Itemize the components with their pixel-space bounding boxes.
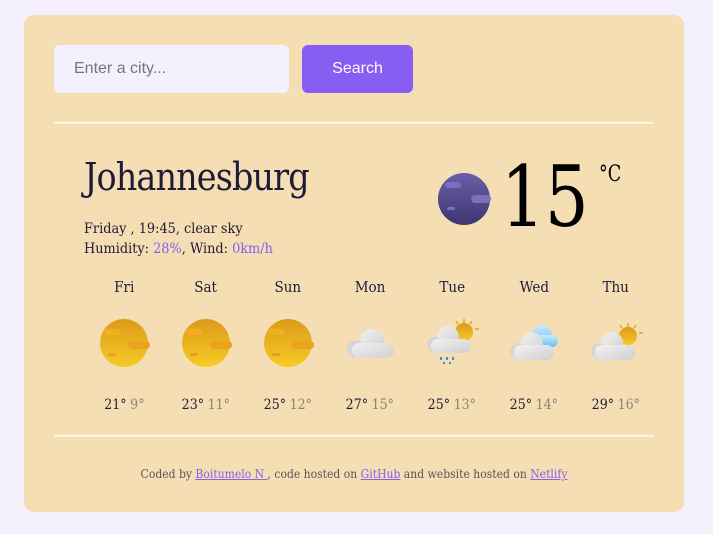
forecast-min: 13°	[453, 397, 477, 413]
forecast-day: Sat 23° 11°	[164, 277, 248, 413]
forecast-max: 21°	[103, 397, 127, 413]
forecast-temps: 21° 9°	[104, 397, 144, 413]
forecast-day: Tue 25° 13°	[410, 277, 494, 413]
forecast-day-name: Sat	[194, 278, 218, 296]
date-description-line: Friday , 19:45, clear sky	[84, 219, 273, 239]
rain-partly-sunny-icon	[427, 319, 479, 364]
top-divider	[54, 122, 654, 124]
current-temperature: 15	[501, 148, 589, 246]
separator: ,	[181, 241, 190, 257]
forecast: Fri 21° 9° Sat 23° 11° Sun 25° 12° Mon 2…	[84, 277, 658, 413]
author-link[interactable]: Boitumelo N	[195, 467, 267, 481]
forecast-day: Thu 29° 16°	[574, 277, 658, 413]
forecast-max: 25°	[509, 397, 533, 413]
forecast-temps: 27° 15°	[346, 397, 394, 413]
forecast-max: 23°	[181, 397, 205, 413]
wind-label: Wind:	[189, 241, 233, 257]
humidity-label: Humidity:	[84, 241, 154, 257]
forecast-day: Wed 25° 14°	[492, 277, 576, 413]
github-link[interactable]: GitHub	[361, 467, 401, 481]
humidity-wind-line: Humidity: 28%, Wind: 0km/h	[84, 239, 273, 259]
forecast-temps: 29° 16°	[592, 397, 640, 413]
forecast-max: 25°	[263, 397, 287, 413]
forecast-min: 12°	[289, 397, 313, 413]
netlify-link[interactable]: Netlify	[530, 467, 567, 481]
forecast-temps: 25° 12°	[264, 397, 312, 413]
current-day: Friday	[84, 221, 127, 237]
forecast-day: Fri 21° 9°	[82, 277, 166, 413]
partly-cloudy-icon	[591, 323, 643, 360]
forecast-min: 16°	[617, 397, 641, 413]
wind-value: 0km/h	[232, 241, 273, 257]
forecast-max: 27°	[345, 397, 369, 413]
forecast-temps: 25° 13°	[428, 397, 476, 413]
city-search-input[interactable]	[54, 45, 289, 93]
cloudy-icon	[347, 329, 394, 358]
bottom-divider	[54, 435, 654, 437]
forecast-temps: 23° 11°	[182, 397, 230, 413]
broken-clouds-icon	[510, 325, 558, 360]
sunny-icon	[264, 319, 314, 367]
city-name: Johannesburg	[84, 155, 310, 199]
footer-text: and website hosted on	[400, 467, 531, 481]
weather-card: Search Johannesburg Friday , 19:45, clea…	[24, 15, 684, 512]
current-details: Friday , 19:45, clear sky Humidity: 28%,…	[84, 219, 273, 259]
forecast-day: Mon 27° 15°	[328, 277, 412, 413]
humidity-value: 28%	[153, 241, 182, 257]
forecast-day-name: Thu	[602, 278, 630, 296]
forecast-min: 9°	[129, 397, 145, 413]
sunny-icon	[100, 319, 150, 367]
forecast-min: 15°	[371, 397, 395, 413]
weather-description: clear sky	[184, 221, 243, 237]
footer: Coded by Boitumelo N , code hosted on Gi…	[57, 467, 651, 481]
forecast-max: 29°	[591, 397, 615, 413]
separator: ,	[175, 221, 185, 237]
forecast-day-name: Tue	[439, 278, 465, 296]
forecast-day-name: Fri	[113, 278, 135, 296]
sunny-icon	[182, 319, 232, 367]
temperature-unit: °C	[599, 162, 622, 187]
forecast-min: 14°	[535, 397, 559, 413]
current-time: 19:45	[138, 221, 176, 237]
footer-text: Coded by	[140, 467, 196, 481]
forecast-max: 25°	[427, 397, 451, 413]
forecast-temps: 25° 14°	[510, 397, 558, 413]
clear-sky-night-icon	[438, 173, 491, 225]
footer-text: , code hosted on	[267, 467, 361, 481]
forecast-day-name: Wed	[519, 278, 549, 296]
forecast-day: Sun 25° 12°	[246, 277, 330, 413]
search-button[interactable]: Search	[302, 45, 413, 93]
forecast-day-name: Mon	[354, 278, 386, 296]
forecast-day-name: Sun	[274, 278, 302, 296]
forecast-min: 11°	[207, 397, 231, 413]
search-form: Search	[54, 45, 413, 93]
